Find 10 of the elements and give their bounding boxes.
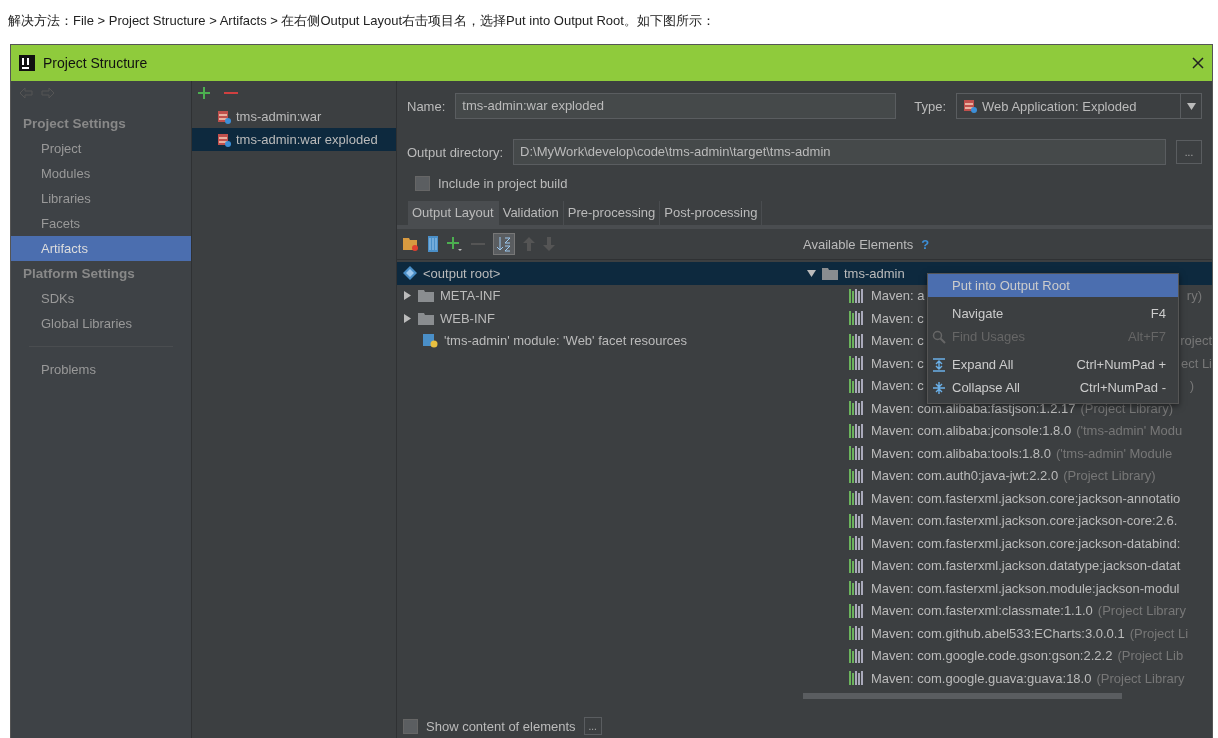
checkbox-label: Include in project build — [438, 175, 568, 191]
section-heading: Project Settings — [22, 115, 127, 133]
instruction-text: 解决方法：File > Project Structure > Artifacts > 在右侧Output Layout右击项目名，选择Put into Output Root。如下图所示： — [7, 12, 716, 30]
section-heading: Platform Settings — [22, 265, 136, 283]
name-label: Name: — [407, 98, 446, 114]
checkbox-label: Show content of elements — [426, 718, 576, 734]
output-directory-label: Output directory: — [407, 144, 504, 160]
type-label: Type: — [914, 98, 946, 114]
available-elements-heading: Available Elements — [803, 236, 914, 252]
window-title: Project Structure — [43, 55, 149, 71]
